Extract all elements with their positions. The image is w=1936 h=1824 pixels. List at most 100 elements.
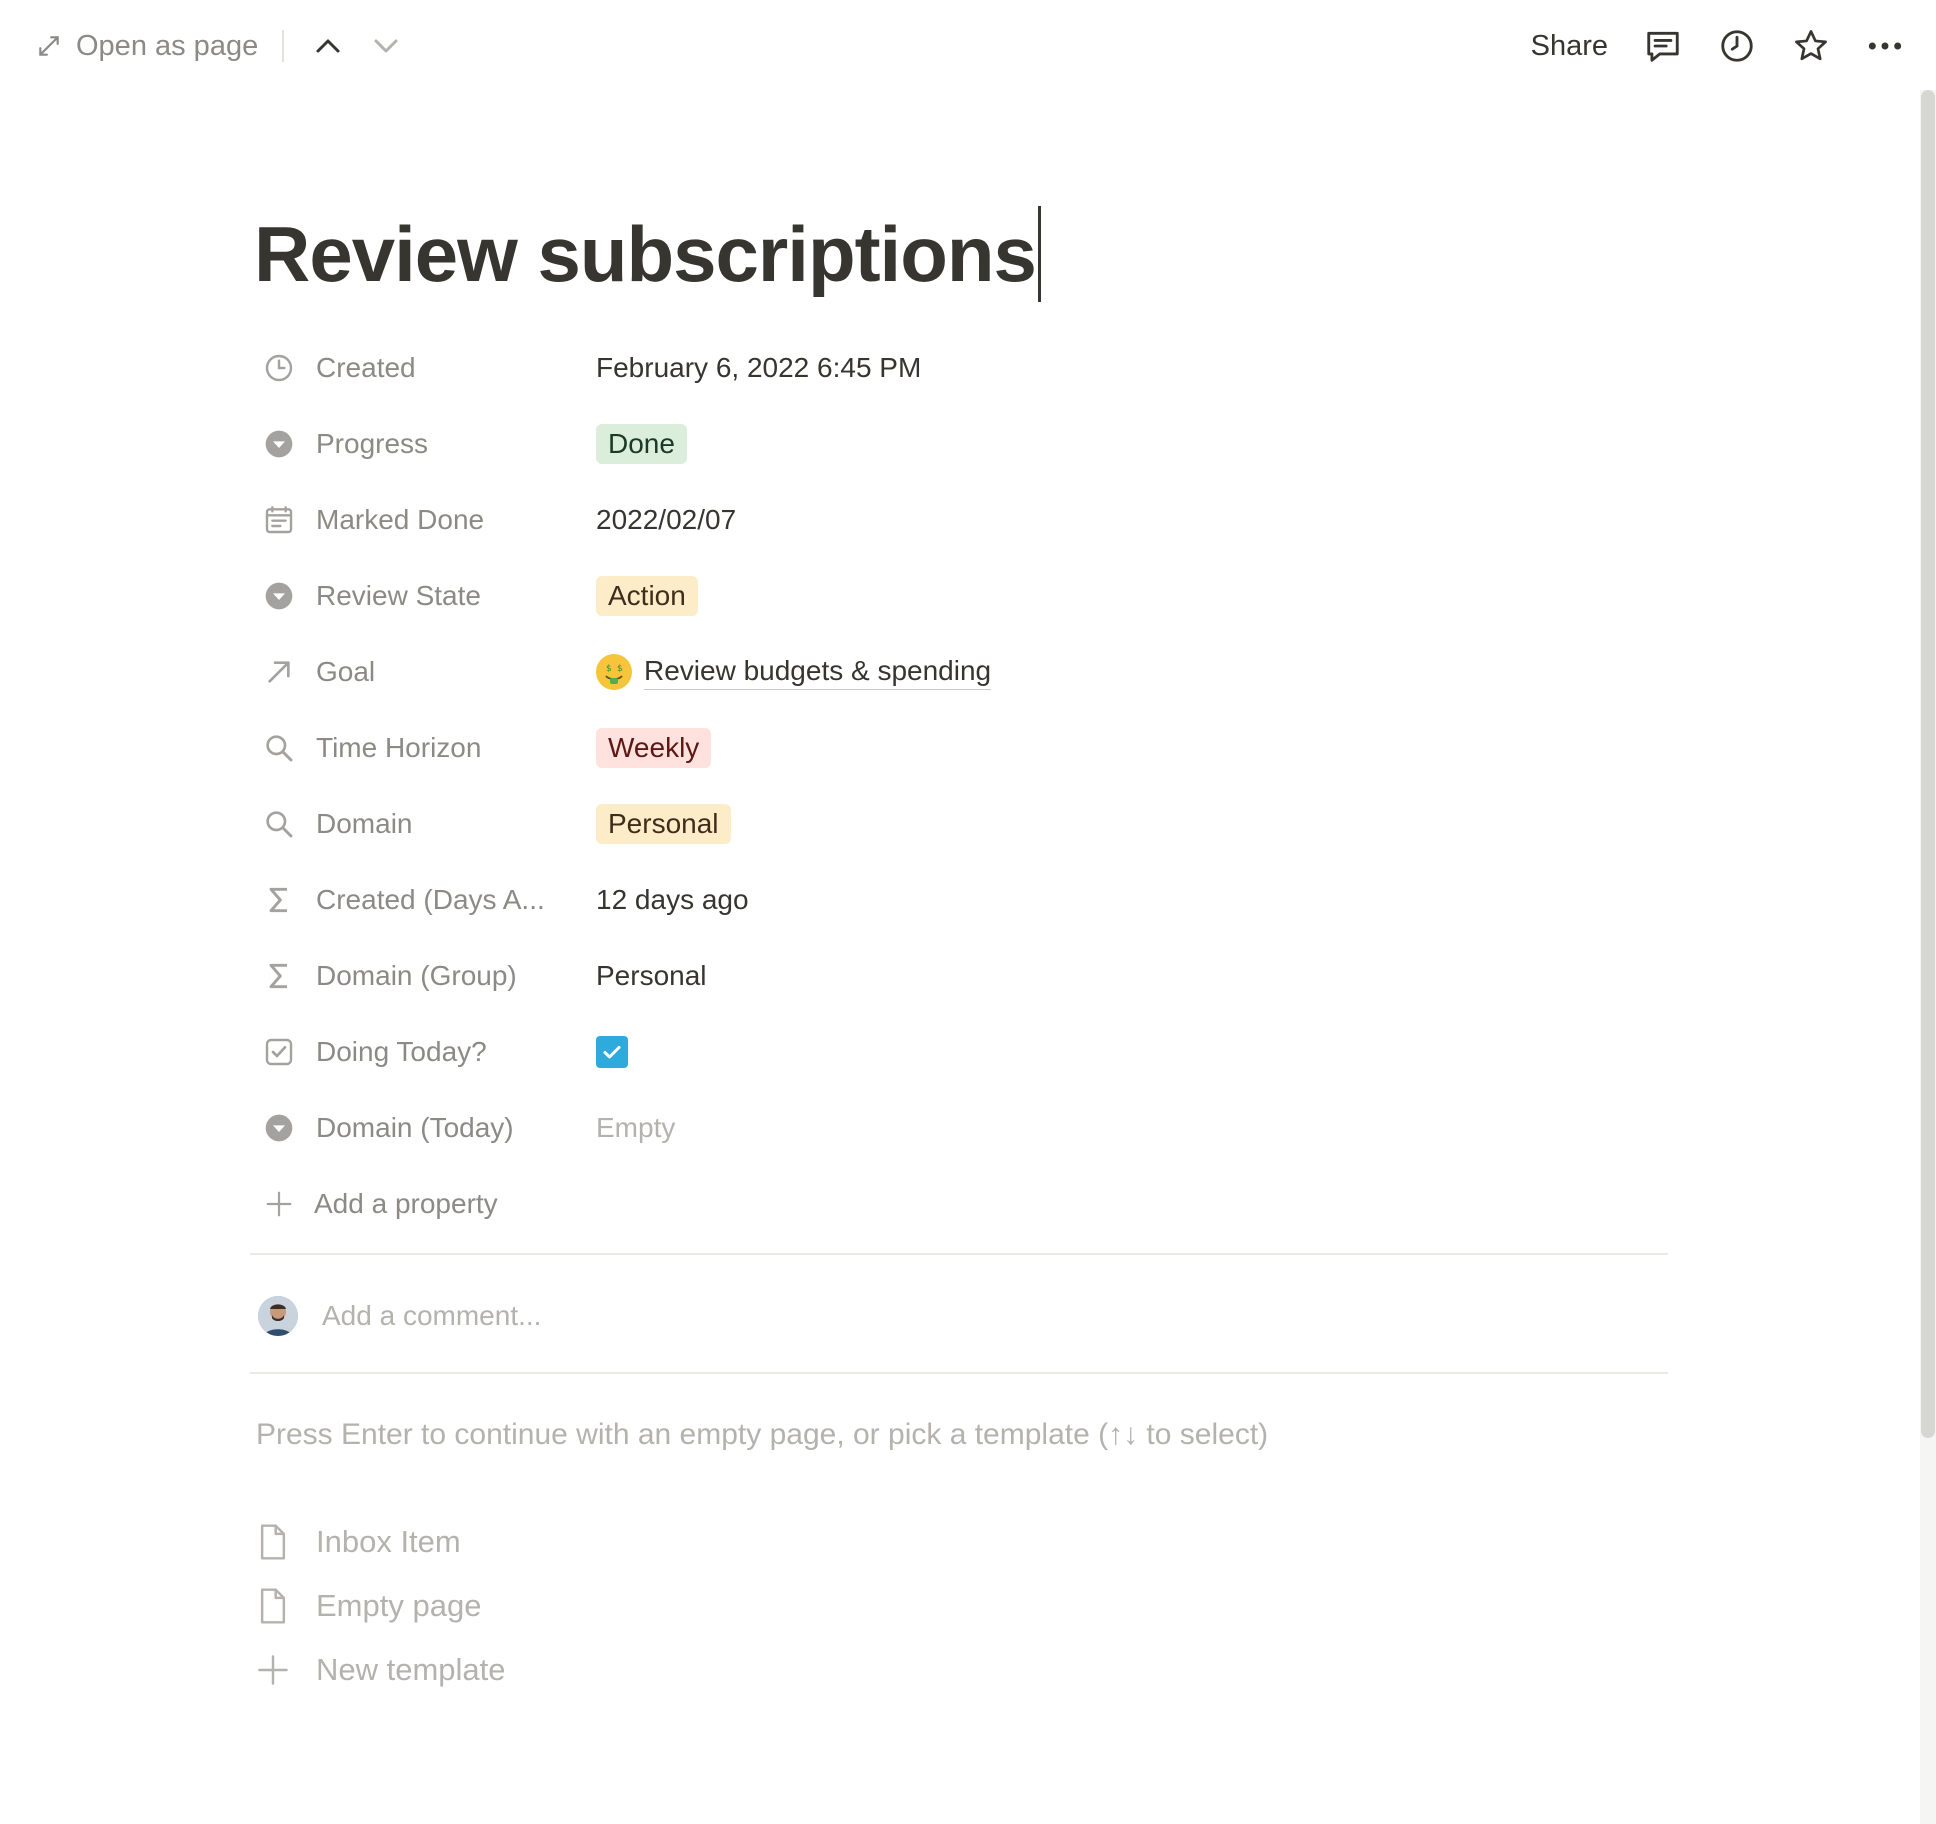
- more-options-button[interactable]: [1866, 27, 1904, 65]
- property-label: Created (Days A...: [316, 884, 545, 915]
- previous-item-button[interactable]: [308, 26, 348, 66]
- property-name-progress[interactable]: Progress: [254, 427, 596, 461]
- property-value-domain-group[interactable]: Personal: [596, 960, 707, 992]
- status-badge-done: Done: [596, 424, 687, 464]
- template-item-inbox-item[interactable]: Inbox Item: [256, 1510, 506, 1574]
- share-button[interactable]: Share: [1531, 30, 1608, 63]
- plus-icon: [266, 1191, 292, 1217]
- next-item-button[interactable]: [366, 26, 406, 66]
- chevron-down-icon: [374, 39, 398, 53]
- property-value-progress[interactable]: Done: [596, 424, 687, 464]
- scrollbar-thumb[interactable]: [1921, 90, 1935, 1438]
- status-badge-action: Action: [596, 576, 698, 616]
- property-value-domain-today[interactable]: Empty: [596, 1112, 675, 1144]
- property-label: Created: [316, 352, 416, 383]
- property-row-goal: Goal $ $ Review budgets & spending: [254, 634, 1664, 710]
- comment-icon: [1647, 31, 1679, 62]
- properties-divider: [250, 1253, 1668, 1255]
- page-icon: [260, 1588, 286, 1624]
- property-value-created-days-ago[interactable]: 12 days ago: [596, 884, 749, 916]
- template-label: Empty page: [316, 1588, 482, 1623]
- property-label: Progress: [316, 428, 429, 459]
- comment-composer: [258, 1290, 924, 1342]
- top-bar-left: Open as page: [36, 18, 424, 74]
- select-icon: [262, 1111, 296, 1145]
- property-name-domain-group[interactable]: Domain (Group): [254, 959, 596, 993]
- empty-value: Empty: [596, 1112, 676, 1143]
- template-hint: Press Enter to continue with an empty pa…: [256, 1418, 1269, 1451]
- top-bar: Open as page Share: [0, 0, 1936, 90]
- property-row-domain-group: Domain (Group) Personal: [254, 938, 1664, 1014]
- top-bar-right: Share: [1531, 18, 1904, 74]
- page-title[interactable]: Review subscriptions: [254, 209, 1037, 300]
- property-label: Domain (Today): [316, 1112, 514, 1143]
- clock-icon: [262, 351, 296, 385]
- property-row-created-days-ago: Created (Days A... 12 days ago: [254, 862, 1664, 938]
- chevron-up-icon: [316, 39, 340, 53]
- new-template-button[interactable]: New template: [256, 1638, 506, 1702]
- top-bar-divider: [282, 30, 285, 62]
- properties-list: Created February 6, 2022 6:45 PM Progres…: [254, 330, 1664, 1242]
- plus-icon: [258, 1655, 288, 1685]
- page-title-container[interactable]: Review subscriptions: [254, 206, 1041, 302]
- property-value-created[interactable]: February 6, 2022 6:45 PM: [596, 352, 921, 384]
- tag-personal: Personal: [596, 804, 731, 844]
- property-name-review-state[interactable]: Review State: [254, 579, 596, 613]
- domain-group-value: Personal: [596, 960, 707, 991]
- property-row-time-horizon: Time Horizon Weekly: [254, 710, 1664, 786]
- property-row-marked-done: Marked Done 2022/02/07: [254, 482, 1664, 558]
- template-item-empty-page[interactable]: Empty page: [256, 1574, 506, 1638]
- goal-link[interactable]: Review budgets & spending: [644, 655, 992, 690]
- open-as-page-button[interactable]: Open as page: [36, 30, 258, 63]
- property-value-time-horizon[interactable]: Weekly: [596, 728, 712, 768]
- more-icon: [1868, 42, 1902, 50]
- add-property-label: Add a property: [314, 1188, 498, 1219]
- template-list: Inbox Item Empty page New template: [256, 1510, 506, 1702]
- doing-today-checkbox[interactable]: [596, 1036, 628, 1068]
- rollup-search-icon: [262, 731, 296, 765]
- marked-done-date-value: 2022/02/07: [596, 504, 737, 535]
- created-date-value: February 6, 2022 6:45 PM: [596, 352, 922, 383]
- property-name-domain[interactable]: Domain: [254, 807, 596, 841]
- comment-input[interactable]: [320, 1299, 924, 1333]
- favorite-button[interactable]: [1792, 27, 1830, 65]
- select-icon: [262, 579, 296, 613]
- calendar-icon: [262, 503, 296, 537]
- checkbox-icon: [262, 1035, 296, 1069]
- property-row-created: Created February 6, 2022 6:45 PM: [254, 330, 1664, 406]
- property-label: Time Horizon: [316, 732, 482, 763]
- property-name-created[interactable]: Created: [254, 351, 596, 385]
- property-value-doing-today: [596, 1036, 628, 1068]
- property-row-domain-today: Domain (Today) Empty: [254, 1090, 1664, 1166]
- property-name-time-horizon[interactable]: Time Horizon: [254, 731, 596, 765]
- avatar: [258, 1296, 298, 1336]
- template-label: New template: [316, 1652, 506, 1687]
- updates-button[interactable]: [1718, 27, 1756, 65]
- property-row-progress: Progress Done: [254, 406, 1664, 482]
- text-cursor: [1037, 206, 1041, 302]
- select-icon: [262, 427, 296, 461]
- property-value-marked-done[interactable]: 2022/02/07: [596, 504, 736, 536]
- property-name-marked-done[interactable]: Marked Done: [254, 503, 596, 537]
- property-row-doing-today: Doing Today?: [254, 1014, 1664, 1090]
- property-name-created-days-ago[interactable]: Created (Days A...: [254, 883, 596, 917]
- property-label: Doing Today?: [316, 1036, 487, 1067]
- property-value-goal[interactable]: $ $ Review budgets & spending: [596, 654, 992, 690]
- relation-arrow-icon: [262, 655, 296, 689]
- page-icon: [260, 1524, 286, 1560]
- days-ago-value: 12 days ago: [596, 884, 749, 915]
- add-property-button[interactable]: Add a property: [254, 1166, 1664, 1242]
- comment-divider: [250, 1372, 1668, 1374]
- comments-button[interactable]: [1644, 27, 1682, 65]
- property-value-domain[interactable]: Personal: [596, 804, 731, 844]
- property-name-domain-today[interactable]: Domain (Today): [254, 1111, 596, 1145]
- tag-weekly: Weekly: [596, 728, 712, 768]
- expand-icon: [39, 36, 59, 56]
- property-name-doing-today[interactable]: Doing Today?: [254, 1035, 596, 1069]
- property-label: Domain: [316, 808, 413, 839]
- star-icon: [1795, 30, 1827, 61]
- checkmark-icon: [603, 1046, 621, 1059]
- property-value-review-state[interactable]: Action: [596, 576, 698, 616]
- open-as-page-label: Open as page: [76, 29, 259, 62]
- property-name-goal[interactable]: Goal: [254, 655, 596, 689]
